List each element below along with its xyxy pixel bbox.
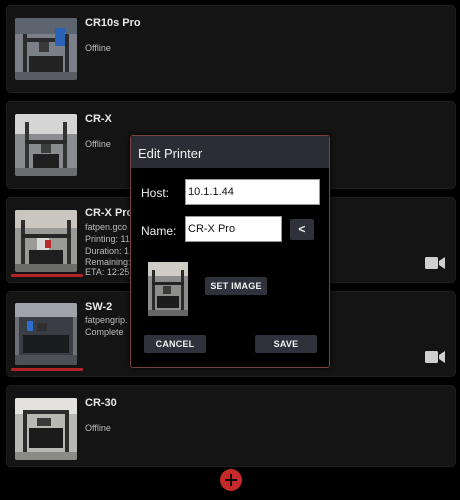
host-label: Host: bbox=[141, 186, 170, 200]
host-input[interactable]: 10.1.1.44 bbox=[185, 179, 320, 205]
printer-thumbnail bbox=[15, 114, 77, 176]
printer-name: CR-X bbox=[85, 113, 112, 125]
job-status: Complete bbox=[85, 327, 124, 337]
job-file: fatpengrip. bbox=[85, 315, 128, 325]
cancel-button[interactable]: CANCEL bbox=[144, 335, 206, 353]
job-duration: Duration: 1 bbox=[85, 246, 130, 256]
printer-image-preview bbox=[148, 262, 188, 316]
printer-thumbnail bbox=[15, 398, 77, 460]
progress-underline bbox=[11, 368, 83, 371]
printer-status: Offline bbox=[85, 43, 111, 53]
printer-name: CR-30 bbox=[85, 397, 117, 409]
save-button[interactable]: SAVE bbox=[255, 335, 317, 353]
printer-card-cr10s-pro[interactable]: CR10s Pro Offline bbox=[6, 5, 456, 93]
add-printer-button[interactable] bbox=[220, 469, 242, 491]
printer-thumbnail bbox=[15, 18, 77, 80]
name-back-button[interactable]: < bbox=[290, 219, 314, 240]
name-input[interactable]: CR-X Pro bbox=[185, 216, 282, 242]
camera-icon[interactable] bbox=[425, 256, 445, 270]
printer-name: CR-X Pro bbox=[85, 207, 134, 219]
job-eta: ETA: 12:25 bbox=[85, 267, 130, 277]
printer-thumbnail bbox=[15, 303, 77, 365]
printer-thumbnail bbox=[15, 210, 77, 272]
printer-status: Offline bbox=[85, 423, 111, 433]
dialog-title: Edit Printer bbox=[131, 136, 329, 168]
name-label: Name: bbox=[141, 224, 177, 238]
camera-icon[interactable] bbox=[425, 350, 445, 364]
progress-underline bbox=[11, 274, 83, 277]
printer-name: CR10s Pro bbox=[85, 17, 141, 29]
printer-name: SW-2 bbox=[85, 301, 113, 313]
printer-status: Offline bbox=[85, 139, 111, 149]
edit-printer-dialog: Edit Printer Host: 10.1.1.44 Name: CR-X … bbox=[130, 135, 330, 368]
printer-card-cr-30[interactable]: CR-30 Offline bbox=[6, 385, 456, 467]
job-progress: Printing: 11 bbox=[85, 234, 130, 244]
job-file: fatpen.gco bbox=[85, 222, 128, 232]
set-image-button[interactable]: SET IMAGE bbox=[205, 277, 267, 295]
job-remaining: Remaining: bbox=[85, 257, 131, 267]
